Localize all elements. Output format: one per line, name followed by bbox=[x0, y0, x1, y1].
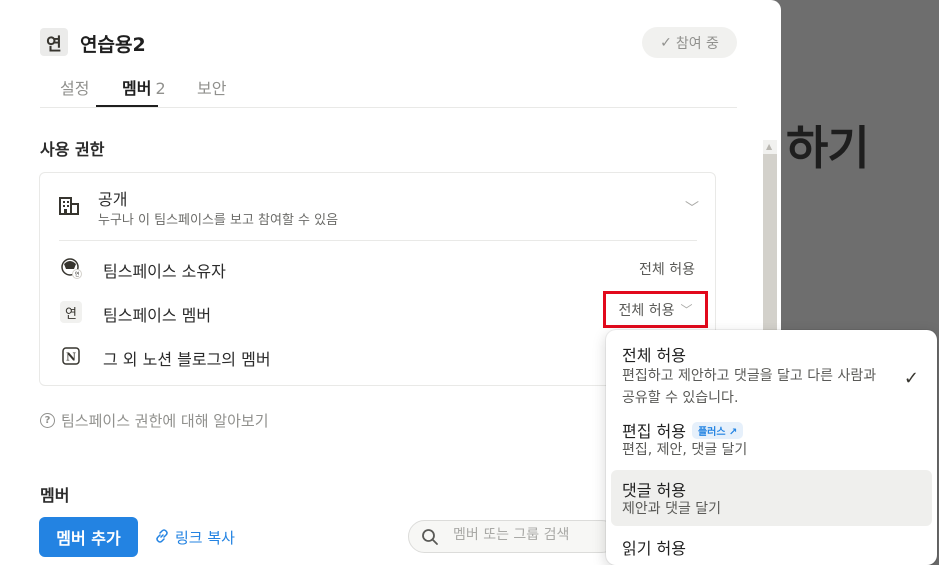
permission-row-label: 팀스페이스 멤버 bbox=[103, 306, 212, 325]
notion-logo-icon: N bbox=[60, 345, 82, 367]
check-icon: ✓ bbox=[660, 34, 672, 51]
chevron-down-icon: ﹀ bbox=[685, 201, 699, 217]
joined-label: 참여 중 bbox=[675, 35, 719, 52]
tab-members-label: 멤버 bbox=[122, 79, 152, 98]
option-edit-access[interactable]: 편집 허용 플러스 ↗ 편집, 제안, 댓글 달기 bbox=[611, 414, 932, 464]
option-read-access[interactable]: 읽기 허용 bbox=[611, 530, 932, 562]
option-title: 전체 허용 bbox=[622, 346, 686, 365]
option-description: 편집, 제안, 댓글 달기 bbox=[622, 442, 748, 458]
option-description-line2: 공유할 수 있습니다. bbox=[622, 390, 739, 406]
help-icon: ? bbox=[40, 413, 55, 428]
access-level-description: 누구나 이 팀스페이스를 보고 참여할 수 있음 bbox=[98, 213, 339, 228]
access-section-title: 사용 권한 bbox=[40, 140, 105, 159]
option-description: 제안과 댓글 달기 bbox=[622, 501, 722, 517]
member-search-input[interactable] bbox=[453, 527, 613, 543]
divider bbox=[59, 240, 697, 241]
members-section-title: 멤버 bbox=[40, 486, 70, 505]
link-icon bbox=[155, 528, 169, 547]
option-title: 읽기 허용 bbox=[622, 539, 686, 558]
workspace-small-icon: 연 bbox=[60, 301, 82, 323]
joined-button[interactable]: ✓ 참여 중 bbox=[642, 27, 737, 58]
svg-text:연: 연 bbox=[75, 271, 80, 278]
permission-options-menu: 전체 허용 편집하고 제안하고 댓글을 달고 다른 사람과 공유할 수 있습니다… bbox=[606, 330, 937, 565]
building-icon bbox=[59, 197, 79, 215]
tab-settings[interactable]: 설정 bbox=[60, 75, 89, 99]
learn-more-link[interactable]: ? 팀스페이스 권한에 대해 알아보기 bbox=[40, 410, 269, 431]
tab-bar: 설정 멤버 2 보안 bbox=[40, 72, 737, 108]
member-permission-dropdown[interactable]: 전체 허용 ﹀ bbox=[603, 291, 708, 328]
owner-avatar-icon: 연 bbox=[60, 257, 82, 279]
learn-more-label: 팀스페이스 권한에 대해 알아보기 bbox=[61, 412, 269, 430]
tab-settings-label: 설정 bbox=[60, 79, 90, 98]
tab-members-count: 2 bbox=[155, 79, 166, 98]
scroll-up-icon: ▲ bbox=[766, 142, 773, 151]
permission-row-label: 팀스페이스 소유자 bbox=[103, 262, 226, 281]
access-level-title: 공개 bbox=[98, 190, 128, 209]
access-level-select[interactable]: 공개 누구나 이 팀스페이스를 보고 참여할 수 있음 ﹀ bbox=[40, 173, 715, 239]
plus-plan-badge: 플러스 ↗ bbox=[691, 422, 744, 439]
member-permission-value: 전체 허용 bbox=[618, 302, 675, 319]
member-search bbox=[408, 520, 618, 553]
chevron-down-icon: ﹀ bbox=[680, 303, 693, 317]
svg-text:N: N bbox=[66, 351, 76, 364]
tab-security[interactable]: 보안 bbox=[197, 75, 226, 99]
search-icon bbox=[422, 529, 438, 545]
permission-row-owner: 연 팀스페이스 소유자 전체 허용 bbox=[40, 254, 715, 284]
copy-link-label: 링크 복사 bbox=[175, 529, 235, 547]
add-member-button[interactable]: 멤버 추가 bbox=[39, 517, 138, 557]
active-tab-indicator bbox=[96, 105, 158, 107]
background-page-title: 하기 bbox=[786, 121, 870, 175]
tab-security-label: 보안 bbox=[197, 79, 227, 98]
option-description-line1: 편집하고 제안하고 댓글을 달고 다른 사람과 bbox=[622, 368, 877, 384]
permission-row-value: 전체 허용 bbox=[639, 262, 695, 278]
option-comment-access[interactable]: 댓글 허용 제안과 댓글 달기 bbox=[611, 470, 932, 526]
option-full-access[interactable]: 전체 허용 편집하고 제안하고 댓글을 달고 다른 사람과 공유할 수 있습니다… bbox=[611, 336, 932, 410]
checkmark-icon: ✓ bbox=[903, 368, 919, 389]
workspace-name: 연습용2 bbox=[80, 34, 146, 56]
permission-row-label: 그 외 노션 블로그의 멤버 bbox=[103, 350, 271, 369]
workspace-icon: 연 bbox=[40, 28, 68, 56]
copy-link-button[interactable]: 링크 복사 bbox=[155, 527, 235, 548]
tab-members[interactable]: 멤버 2 bbox=[122, 75, 166, 99]
